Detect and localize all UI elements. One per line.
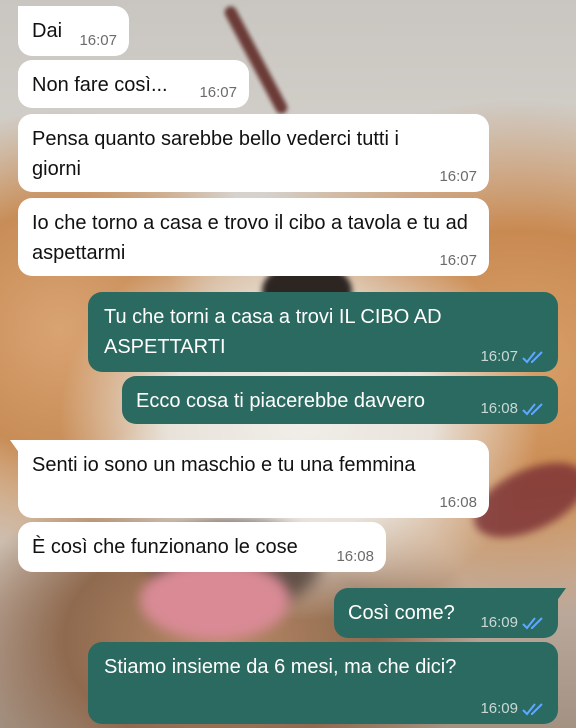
message-meta: 16:07 bbox=[199, 84, 237, 102]
message-meta: 16:07 bbox=[439, 252, 477, 270]
message-time: 16:07 bbox=[439, 252, 477, 269]
message-text: Stiamo insieme da 6 mesi, ma che dici? bbox=[104, 656, 457, 678]
double-check-icon bbox=[522, 617, 543, 630]
message-time: 16:07 bbox=[79, 32, 117, 49]
double-check-icon bbox=[522, 703, 543, 716]
double-check-icon bbox=[522, 351, 543, 364]
message-meta: 16:08 bbox=[439, 494, 477, 512]
message-time: 16:08 bbox=[336, 548, 374, 565]
message-meta: 16:07 bbox=[439, 168, 477, 186]
message-meta: 16:07 bbox=[480, 348, 546, 366]
message-bubble-incoming[interactable]: È così che funzionano le cose 16:08 bbox=[18, 522, 386, 572]
message-bubble-incoming[interactable]: Pensa quanto sarebbe bello vederci tutti… bbox=[18, 114, 489, 192]
message-bubble-incoming[interactable]: Non fare così... 16:07 bbox=[18, 60, 249, 108]
double-check-icon bbox=[522, 403, 543, 416]
message-text: Pensa quanto sarebbe bello vederci tutti… bbox=[32, 128, 405, 180]
message-bubble-outgoing[interactable]: Ecco cosa ti piacerebbe davvero 16:08 bbox=[122, 376, 558, 424]
message-bubble-outgoing[interactable]: Stiamo insieme da 6 mesi, ma che dici? 1… bbox=[88, 642, 558, 724]
message-text: Io che torno a casa e trovo il cibo a ta… bbox=[32, 212, 474, 264]
wallpaper-dog-tongue bbox=[140, 560, 290, 640]
message-time: 16:08 bbox=[439, 494, 477, 511]
message-text: È così che funzionano le cose bbox=[32, 536, 298, 558]
message-meta: 16:08 bbox=[336, 548, 374, 566]
message-bubble-outgoing[interactable]: Così come? 16:09 bbox=[334, 588, 566, 638]
message-time: 16:09 bbox=[480, 700, 518, 717]
message-meta: 16:08 bbox=[480, 400, 546, 418]
message-meta: 16:09 bbox=[480, 614, 546, 632]
message-time: 16:07 bbox=[480, 348, 518, 365]
message-time: 16:07 bbox=[199, 84, 237, 101]
message-text: Senti io sono un maschio e tu una femmin… bbox=[32, 454, 416, 476]
message-bubble-incoming[interactable]: Senti io sono un maschio e tu una femmin… bbox=[10, 440, 489, 518]
message-text: Tu che torni a casa a trovi IL CIBO AD A… bbox=[104, 306, 447, 358]
message-bubble-outgoing[interactable]: Tu che torni a casa a trovi IL CIBO AD A… bbox=[88, 292, 558, 372]
message-bubble-incoming[interactable]: Io che torno a casa e trovo il cibo a ta… bbox=[18, 198, 489, 276]
message-time: 16:07 bbox=[439, 168, 477, 185]
message-meta: 16:07 bbox=[79, 32, 117, 50]
message-time: 16:08 bbox=[480, 400, 518, 417]
message-meta: 16:09 bbox=[480, 700, 546, 718]
message-bubble-incoming[interactable]: Dai 16:07 bbox=[18, 6, 129, 56]
message-time: 16:09 bbox=[480, 614, 518, 631]
